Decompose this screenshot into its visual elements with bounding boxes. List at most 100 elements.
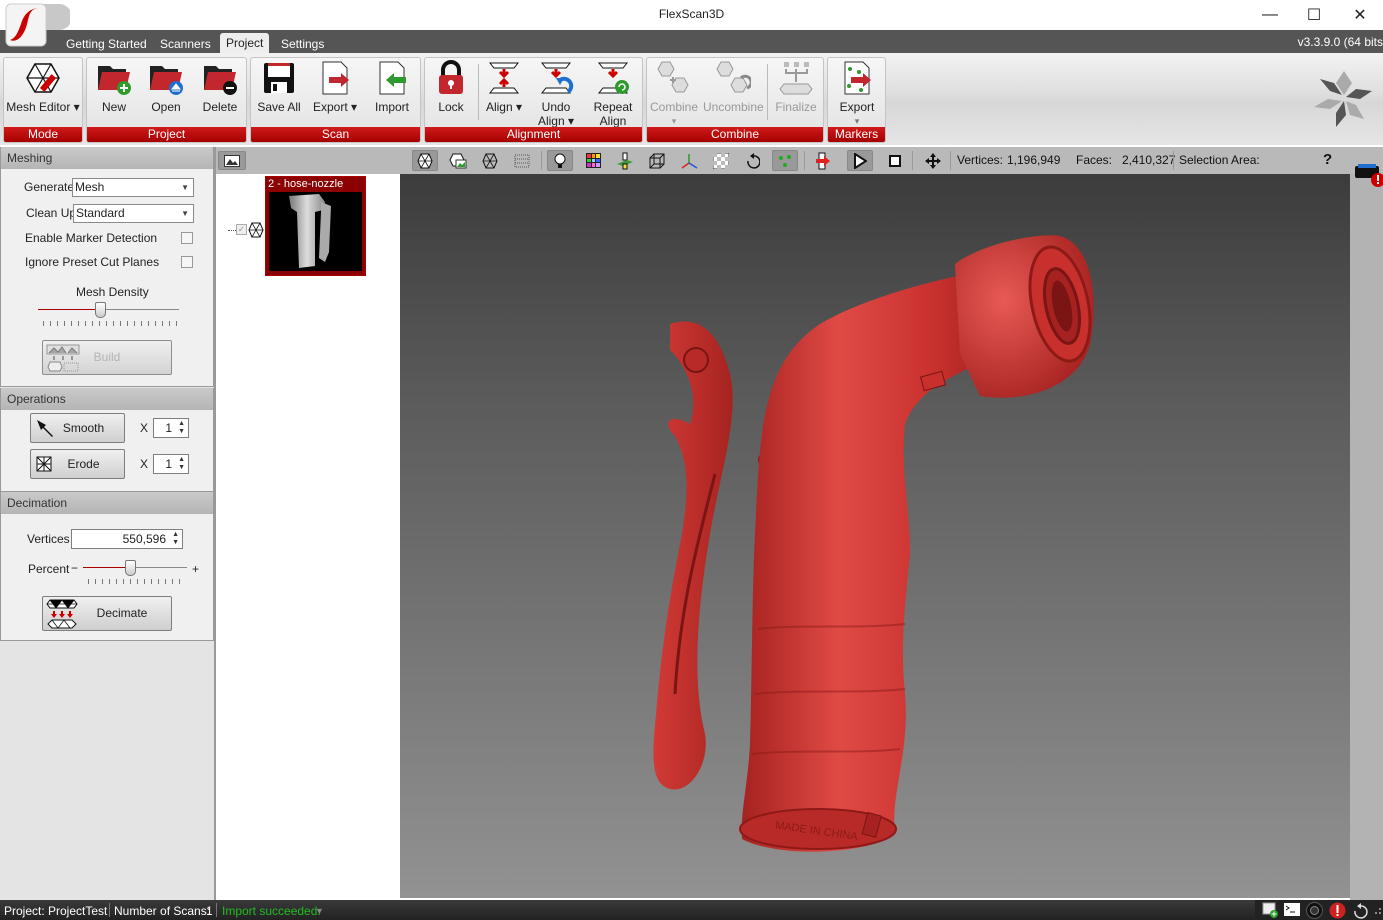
export-view-button[interactable] bbox=[810, 150, 836, 171]
wireframe-icon bbox=[482, 153, 498, 168]
scan-list-panel: ✓ 2 - hose-nozzle bbox=[215, 147, 401, 900]
lock-button[interactable]: Lock bbox=[429, 60, 473, 114]
cleanup-select[interactable]: Standard ▼ bbox=[73, 204, 194, 223]
play-button[interactable] bbox=[847, 150, 873, 171]
separator bbox=[912, 151, 913, 170]
vertices-count-label: Vertices: bbox=[957, 153, 1004, 167]
hose-nozzle-thumbnail bbox=[289, 194, 331, 268]
scanner-warning-icon[interactable] bbox=[1352, 160, 1383, 188]
percent-minus[interactable]: − bbox=[71, 561, 78, 575]
smooth-count-spinner[interactable]: 1 ▲ ▼ bbox=[153, 418, 189, 438]
show-mesh-button[interactable] bbox=[412, 150, 438, 171]
marker-detection-checkbox[interactable] bbox=[181, 232, 193, 244]
ribbon: Mesh Editor ▾ Mode New Open Delete Proje… bbox=[0, 53, 1383, 145]
3d-viewport[interactable]: MADE IN CHINA bbox=[400, 174, 1350, 898]
bounding-box-button[interactable] bbox=[644, 150, 670, 171]
scan-thumbnail-card[interactable]: 2 - hose-nozzle bbox=[265, 176, 366, 276]
generate-value: Mesh bbox=[75, 180, 105, 194]
import-button[interactable]: Import bbox=[367, 60, 417, 114]
mesh-density-thumb[interactable] bbox=[95, 302, 106, 318]
align-button[interactable]: Align ▾ bbox=[481, 60, 527, 114]
show-axes-button[interactable] bbox=[676, 150, 702, 171]
light-bulb-icon bbox=[554, 153, 566, 168]
separator bbox=[1173, 151, 1174, 170]
lighting-button[interactable] bbox=[547, 150, 573, 171]
play-icon bbox=[854, 152, 867, 169]
mesh-editor-button[interactable]: Mesh Editor ▾ bbox=[6, 60, 80, 114]
ignore-cut-planes-checkbox[interactable] bbox=[181, 256, 193, 268]
undo-align-button[interactable]: Undo Align ▾ bbox=[531, 60, 581, 128]
open-project-button[interactable]: Open bbox=[143, 60, 189, 114]
smooth-button[interactable]: Smooth bbox=[30, 413, 125, 443]
marker-export-label: Export bbox=[839, 100, 875, 114]
version-label: v3.3.9.0 (64 bits bbox=[1297, 35, 1383, 49]
help-button[interactable]: ? bbox=[1323, 151, 1332, 168]
delete-label: Delete bbox=[202, 100, 238, 114]
separator bbox=[216, 903, 217, 917]
move-button[interactable] bbox=[920, 150, 946, 171]
color-map-button[interactable] bbox=[580, 150, 606, 171]
export-scan-button[interactable]: Export ▾ bbox=[307, 60, 363, 114]
align-icon bbox=[488, 62, 520, 94]
build-button[interactable]: Build bbox=[42, 340, 172, 375]
transparency-button[interactable] bbox=[708, 150, 734, 171]
status-bar: Project: ProjectTest Number of Scans: 1 … bbox=[0, 900, 1383, 920]
finalize-label: Finalize bbox=[775, 100, 817, 114]
hose-nozzle-model: MADE IN CHINA bbox=[653, 235, 1094, 852]
thumbnail-view-button[interactable] bbox=[218, 151, 246, 170]
script-add-icon[interactable] bbox=[1261, 902, 1279, 918]
wireframe-button[interactable] bbox=[477, 150, 503, 171]
tab-scanners[interactable]: Scanners bbox=[154, 35, 217, 53]
cut-plane-button[interactable] bbox=[612, 150, 638, 171]
new-label: New bbox=[101, 100, 126, 114]
tab-settings[interactable]: Settings bbox=[275, 35, 330, 53]
meshing-section: Meshing Generate Mesh ▼ Clean Up Standard… bbox=[0, 147, 214, 387]
new-project-button[interactable]: New bbox=[91, 60, 137, 114]
combine-button[interactable]: Combine ▾ bbox=[649, 60, 699, 128]
percent-plus[interactable]: + bbox=[192, 562, 199, 576]
folder-new-icon bbox=[98, 66, 131, 95]
import-label: Import bbox=[374, 100, 409, 114]
vertices-count-value: 1,196,949 bbox=[1007, 153, 1061, 167]
erode-count-spinner[interactable]: 1 ▲ ▼ bbox=[153, 454, 189, 474]
message-dropdown-icon[interactable]: ▼ bbox=[315, 906, 324, 916]
show-markers-button[interactable] bbox=[772, 150, 798, 171]
uncombine-button[interactable]: Uncombine bbox=[703, 60, 764, 114]
console-icon[interactable] bbox=[1284, 903, 1300, 916]
reset-view-button[interactable] bbox=[740, 150, 766, 171]
ribbon-group-project: New Open Delete Project bbox=[86, 57, 247, 143]
point-cloud-button[interactable] bbox=[509, 150, 535, 171]
move-arrows-icon bbox=[925, 152, 941, 169]
minimize-button[interactable]: — bbox=[1247, 0, 1293, 30]
app-logo-button[interactable] bbox=[4, 2, 72, 48]
decimation-section: Decimation Vertices 550,596 ▲ ▼ Percent − … bbox=[0, 492, 214, 641]
resize-grip-icon[interactable] bbox=[1373, 906, 1383, 916]
delete-project-button[interactable]: Delete bbox=[195, 60, 245, 114]
show-texture-button[interactable] bbox=[445, 150, 471, 171]
stop-button[interactable] bbox=[882, 150, 908, 171]
finalize-button[interactable]: Finalize bbox=[771, 60, 821, 114]
chevron-down-icon: ▼ bbox=[181, 209, 189, 218]
scan-visible-checkbox[interactable]: ✓ bbox=[236, 224, 247, 235]
tab-project[interactable]: Project bbox=[220, 33, 270, 53]
tab-getting-started[interactable]: Getting Started bbox=[60, 35, 153, 53]
export-markers-button[interactable]: Export ▾ bbox=[830, 60, 884, 128]
erode-button[interactable]: Erode bbox=[30, 449, 125, 479]
camera-lens-icon[interactable] bbox=[1306, 902, 1323, 919]
repeat-align-button[interactable]: Repeat Align bbox=[587, 60, 639, 128]
undo-rotate-icon[interactable] bbox=[1353, 902, 1368, 919]
selection-area-label: Selection Area: bbox=[1179, 153, 1260, 167]
mesh-icon bbox=[417, 153, 433, 168]
generate-select[interactable]: Mesh ▼ bbox=[72, 178, 194, 197]
close-button[interactable]: ✕ bbox=[1337, 0, 1383, 30]
save-all-button[interactable]: Save All bbox=[255, 60, 303, 114]
erode-icon bbox=[36, 456, 52, 472]
right-side-strip bbox=[1350, 174, 1383, 900]
save-all-label: Save All bbox=[257, 100, 301, 114]
decimation-vertices-spinner[interactable]: 550,596 ▲ ▼ bbox=[71, 529, 183, 549]
decimate-button[interactable]: Decimate bbox=[42, 596, 172, 631]
error-alert-icon[interactable] bbox=[1329, 902, 1346, 919]
maximize-button[interactable]: ☐ bbox=[1291, 0, 1337, 30]
smooth-label: Smooth bbox=[62, 421, 105, 435]
percent-slider-thumb[interactable] bbox=[125, 560, 136, 576]
